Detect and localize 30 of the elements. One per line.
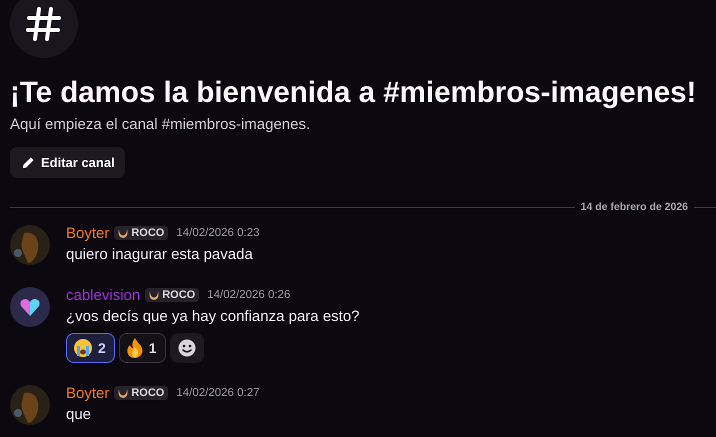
author-name[interactable]: Boyter (66, 224, 110, 242)
crescent-icon (117, 387, 130, 399)
smiley-icon (178, 339, 196, 357)
server-tag[interactable]: ROCO (145, 288, 200, 302)
server-tag[interactable]: ROCO (114, 386, 168, 400)
author-name[interactable]: cablevision (66, 286, 140, 304)
date-divider: 14 de febrero de 2026 (580, 201, 688, 213)
reaction-button[interactable]: 1 (118, 333, 166, 363)
hash-icon (26, 6, 62, 42)
crescent-icon (117, 227, 130, 239)
tag-label: ROCO (131, 387, 164, 399)
fire-icon (126, 338, 144, 358)
crescent-icon (148, 289, 160, 301)
message-time: 14/02/2026 0:27 (176, 387, 260, 399)
welcome-title: ¡Te damos la bienvenida a #miembros-imagenes! (10, 76, 698, 110)
pencil-icon (22, 156, 35, 169)
channel-description: Aquí empieza el canal #miembros-imagenes. (10, 116, 312, 133)
crying-face-icon (73, 338, 93, 358)
message-time: 14/02/2026 0:23 (176, 227, 260, 239)
message-text: ¿vos decís que ya hay confianza para esto? (66, 307, 360, 327)
author-name[interactable]: Boyter (66, 384, 110, 402)
message-text: que (66, 405, 92, 425)
edit-channel-button[interactable]: Editar canal (10, 147, 125, 178)
reaction-button[interactable]: 2 (66, 333, 115, 363)
add-reaction-button[interactable] (170, 333, 204, 363)
server-tag[interactable]: ROCO (114, 226, 168, 240)
message-time: 14/02/2026 0:26 (207, 289, 290, 301)
tag-label: ROCO (162, 289, 196, 301)
tag-label: ROCO (131, 227, 164, 239)
message-text: quiero inagurar esta pavada (66, 245, 254, 265)
